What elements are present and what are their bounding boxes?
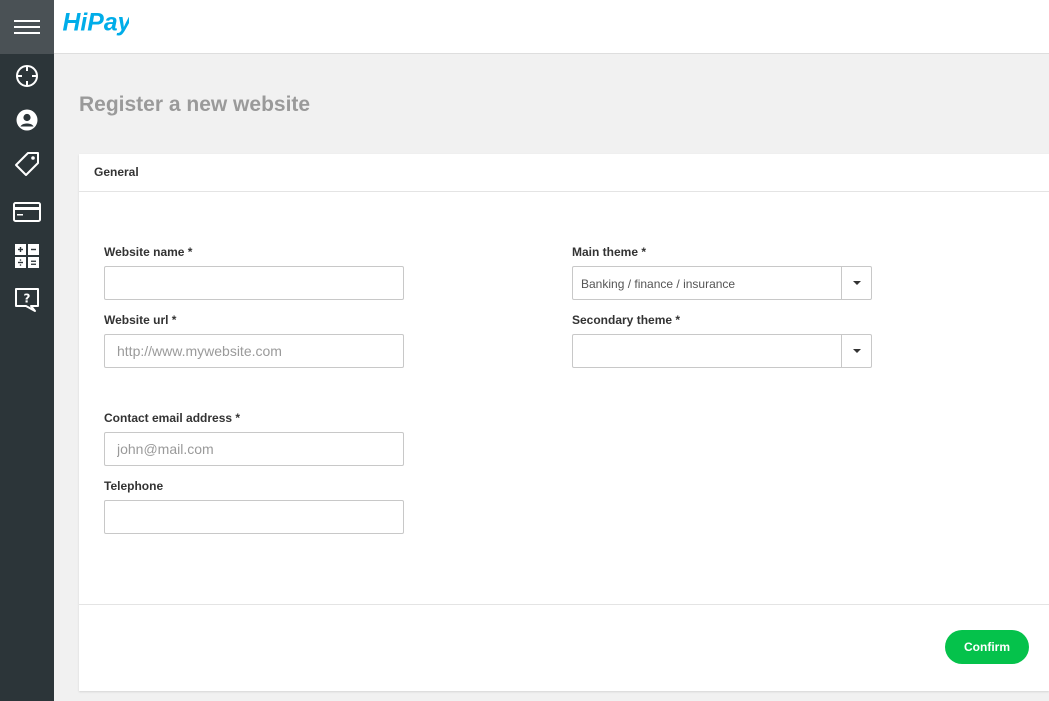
main-theme-dropdown-toggle[interactable] xyxy=(841,267,871,299)
contact-email-label: Contact email address * xyxy=(104,411,241,425)
sidebar: ? xyxy=(0,0,54,701)
calculator-icon xyxy=(15,244,39,268)
telephone-label: Telephone xyxy=(104,479,164,493)
main-theme-selected-value: Banking / finance / insurance xyxy=(581,277,736,291)
website-name-input[interactable] xyxy=(104,266,404,300)
confirm-button[interactable]: Confirm xyxy=(945,630,1029,664)
tag-icon xyxy=(15,152,39,176)
credit-card-icon xyxy=(13,202,41,222)
secondary-theme-select[interactable] xyxy=(572,334,872,368)
top-bar: HiPay xyxy=(54,0,1049,54)
sidebar-item-offers[interactable] xyxy=(0,142,54,186)
chevron-down-icon xyxy=(852,281,861,285)
sidebar-item-help[interactable]: ? xyxy=(0,278,54,322)
help-icon: ? xyxy=(15,288,39,312)
sidebar-item-payments[interactable] xyxy=(0,190,54,234)
secondary-theme-label: Secondary theme * xyxy=(572,313,681,327)
register-website-card: General Website name * Website url * Con… xyxy=(79,154,1049,691)
card-divider xyxy=(79,604,1049,605)
main-theme-label: Main theme * xyxy=(572,245,647,259)
contact-email-input[interactable] xyxy=(104,432,404,466)
svg-text:?: ? xyxy=(24,292,31,306)
secondary-theme-dropdown-toggle[interactable] xyxy=(841,335,871,367)
website-url-input[interactable] xyxy=(104,334,404,368)
telephone-input[interactable] xyxy=(104,500,404,534)
page-title: Register a new website xyxy=(79,93,311,116)
user-account-icon xyxy=(16,109,38,131)
hipay-logo[interactable]: HiPay xyxy=(59,6,129,46)
hamburger-icon xyxy=(14,20,40,34)
brand-name: HiPay xyxy=(63,10,129,37)
sidebar-item-account[interactable] xyxy=(0,98,54,142)
website-url-label: Website url * xyxy=(104,313,177,327)
hamburger-menu-button[interactable] xyxy=(0,0,54,54)
sidebar-item-finance[interactable] xyxy=(0,234,54,278)
sidebar-item-dashboard[interactable] xyxy=(0,54,54,98)
chevron-down-icon xyxy=(852,349,861,353)
card-header: General xyxy=(79,154,1049,192)
section-title: General xyxy=(94,165,139,179)
website-name-label: Website name * xyxy=(104,245,193,259)
main-theme-select[interactable]: Banking / finance / insurance xyxy=(572,266,872,300)
dashboard-icon xyxy=(16,65,38,87)
